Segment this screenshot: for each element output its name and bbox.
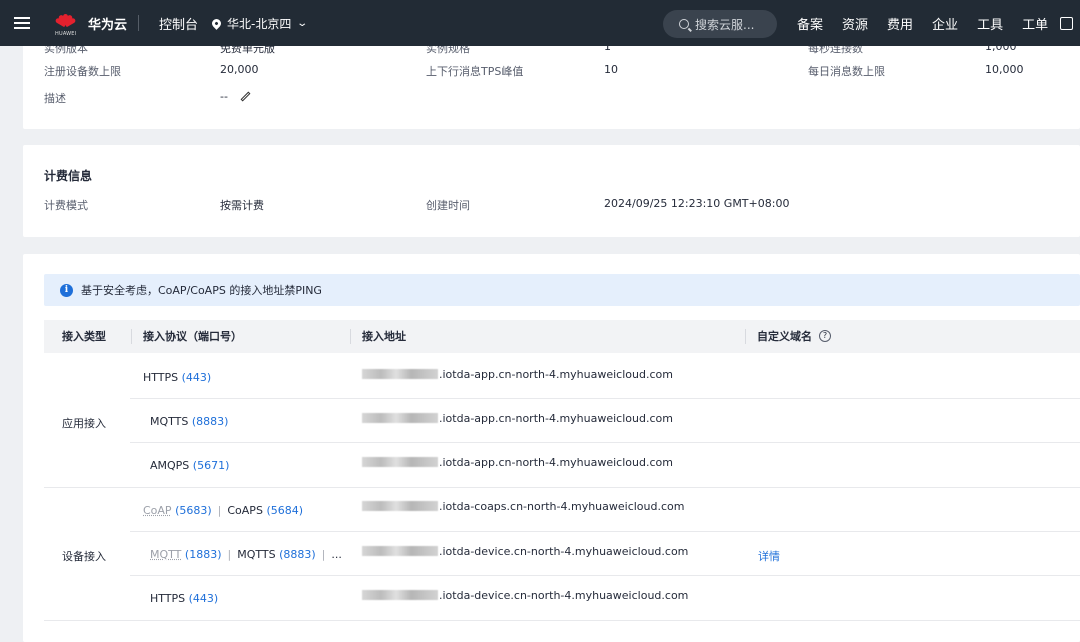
region-selector[interactable]: 华北-北京四 ⌄ — [210, 15, 309, 32]
blurred-host — [362, 369, 438, 379]
address-cell[interactable]: .iotda-device.cn-north-4.myhuaweicloud.c… — [362, 545, 688, 558]
billing-title: 计费信息 — [44, 169, 93, 183]
tps-peak-value: 10 — [604, 63, 618, 76]
nav-beian[interactable]: 备案 — [797, 14, 823, 33]
nav-enterprise[interactable]: 企业 — [932, 14, 958, 33]
row-divider — [130, 398, 1080, 399]
max-devices-value: 20,000 — [220, 63, 259, 76]
nav-resources[interactable]: 资源 — [842, 14, 868, 33]
custom-domain-details-link[interactable]: 详情 — [758, 548, 780, 564]
menu-icon[interactable] — [0, 0, 44, 46]
access-table-header: 接入类型 接入协议（端口号） 接入地址 自定义域名? — [44, 320, 1080, 353]
search-box[interactable]: 搜索云服... — [663, 10, 777, 38]
col-separator — [745, 329, 746, 344]
address-cell[interactable]: .iotda-coaps.cn-north-4.myhuaweicloud.co… — [362, 500, 685, 513]
nav-tickets[interactable]: 工单 — [1022, 14, 1048, 33]
created-time-value: 2024/09/25 12:23:10 GMT+08:00 — [604, 197, 790, 210]
col-access-type: 接入类型 — [62, 330, 106, 343]
row-divider — [130, 442, 1080, 443]
basic-info-card: 实例版本 免费单元版 实例规格 1 每秒连接数 1,000 注册设备数上限 20… — [23, 38, 1080, 129]
top-navigation-bar: 华为云 HUAWEI 控制台 华北-北京四 ⌄ 搜索云服... 备案 资源 费用… — [0, 0, 1080, 46]
info-icon: i — [60, 283, 73, 297]
region-label: 华北-北京四 — [227, 16, 292, 31]
col-separator — [131, 329, 132, 344]
address-cell[interactable]: .iotda-app.cn-north-4.myhuaweicloud.com — [362, 412, 673, 425]
security-alert: i 基于安全考虑，CoAP/CoAPS 的接入地址禁PING — [44, 274, 1080, 306]
address-cell[interactable]: .iotda-device.cn-north-4.myhuaweicloud.c… — [362, 589, 688, 602]
external-window-icon[interactable] — [1060, 17, 1073, 30]
daily-messages-value: 10,000 — [985, 63, 1024, 76]
huawei-logo[interactable]: 华为云 HUAWEI — [44, 11, 134, 37]
protocol-cell: AMQPS (5671) — [150, 459, 230, 472]
daily-messages-label: 每日消息数上限 — [808, 65, 885, 78]
protocol-cell: HTTPS (443) — [143, 371, 212, 384]
protocol-cell: MQTTS (8883) — [150, 415, 229, 428]
blurred-host — [362, 590, 438, 600]
description-label: 描述 — [44, 92, 66, 105]
device-access-group: 设备接入 — [62, 550, 106, 563]
nav-tools[interactable]: 工具 — [977, 14, 1003, 33]
blurred-host — [362, 413, 438, 423]
max-devices-label: 注册设备数上限 — [44, 65, 121, 78]
protocol-cell: MQTT (1883) | MQTTS (8883) |... — [150, 548, 342, 561]
blurred-host — [362, 546, 438, 556]
access-info-card: i 基于安全考虑，CoAP/CoAPS 的接入地址禁PING 接入类型 接入协议… — [23, 254, 1080, 642]
chevron-down-icon: ⌄ — [296, 17, 309, 29]
location-pin-icon — [210, 16, 223, 30]
edit-pencil-icon[interactable] — [240, 91, 251, 101]
billing-mode-value: 按需计费 — [220, 199, 264, 212]
top-nav-links: 备案 资源 费用 企业 工具 工单 — [797, 0, 1067, 46]
search-placeholder: 搜索云服... — [695, 17, 755, 32]
blurred-host — [362, 501, 438, 511]
billing-card: 计费信息 计费模式 按需计费 创建时间 2024/09/25 12:23:10 … — [23, 145, 1080, 237]
col-address: 接入地址 — [362, 330, 406, 343]
row-divider — [130, 575, 1080, 576]
group-divider — [44, 487, 1080, 488]
tps-peak-label: 上下行消息TPS峰值 — [426, 65, 524, 78]
protocol-cell: HTTPS (443) — [150, 592, 219, 605]
app-access-group: 应用接入 — [62, 417, 106, 430]
col-protocol: 接入协议（端口号） — [143, 330, 242, 343]
alert-text: 基于安全考虑，CoAP/CoAPS 的接入地址禁PING — [81, 284, 322, 297]
description-value: -- — [220, 90, 251, 103]
blurred-host — [362, 457, 438, 467]
address-cell[interactable]: .iotda-app.cn-north-4.myhuaweicloud.com — [362, 368, 673, 381]
created-time-label: 创建时间 — [426, 199, 470, 212]
col-custom-domain: 自定义域名? — [757, 320, 831, 353]
help-circle-icon[interactable]: ? — [819, 330, 831, 342]
nav-billing[interactable]: 费用 — [887, 14, 913, 33]
protocol-cell: CoAP (5683) | CoAPS (5684) — [143, 504, 304, 517]
address-cell[interactable]: .iotda-app.cn-north-4.myhuaweicloud.com — [362, 456, 673, 469]
divider — [138, 15, 139, 31]
console-link[interactable]: 控制台 — [159, 14, 198, 33]
col-separator — [350, 329, 351, 344]
billing-mode-label: 计费模式 — [44, 199, 88, 212]
search-icon — [679, 19, 689, 29]
group-divider — [44, 620, 1080, 621]
brand-name: 华为云 — [88, 17, 128, 33]
brand-sub: HUAWEI — [55, 31, 77, 37]
row-divider — [130, 531, 1080, 532]
